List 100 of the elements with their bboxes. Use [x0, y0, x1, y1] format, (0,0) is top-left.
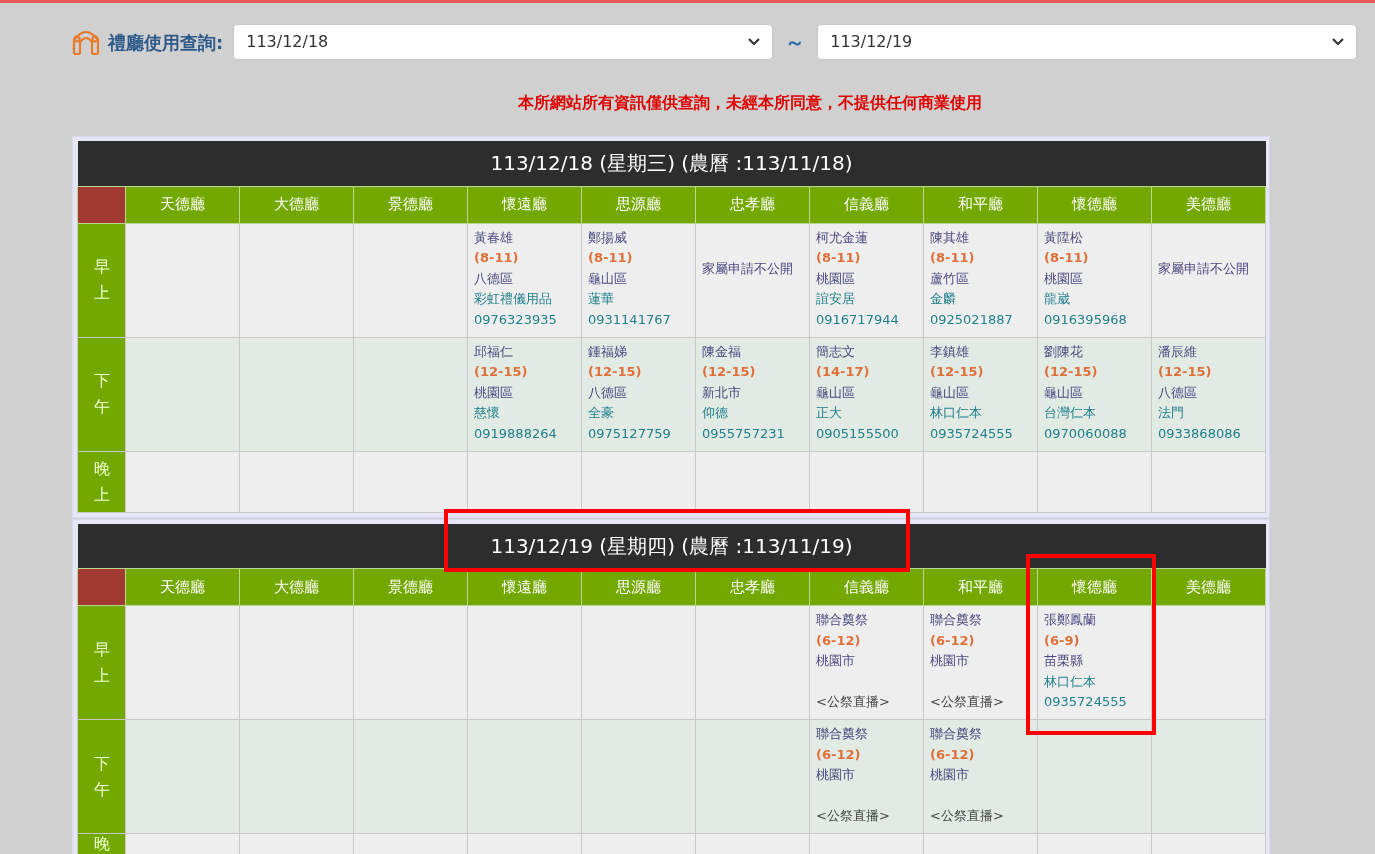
funeral-vendor: 慈懷	[474, 404, 501, 422]
district: 龜山區	[816, 383, 856, 402]
deceased-name: 簡志文	[816, 342, 856, 361]
funeral-vendor: 金麟	[930, 290, 957, 308]
hall-header: 懷德廳	[1037, 568, 1152, 606]
district: 桃園區	[474, 383, 514, 402]
time-range: (12-15)	[702, 363, 757, 381]
funeral-vendor: 林口仁本	[1044, 672, 1097, 691]
deceased-name: 聯合奠祭	[930, 725, 983, 743]
time-range: (12-15)	[588, 363, 643, 381]
time-range: (6-9)	[1044, 631, 1081, 650]
date-header: 113/12/19 (星期四) (農曆 :113/11/19)	[77, 523, 1266, 569]
district: 龜山區	[588, 269, 628, 288]
livestream-note: <公祭直播>	[816, 693, 891, 711]
hall-header: 美德廳	[1151, 186, 1266, 223]
date-header: 113/12/18 (星期三) (農曆 :113/11/18)	[77, 141, 1266, 186]
deceased-name: 張鄭鳳蘭	[1044, 611, 1097, 629]
hall-header: 和平廳	[923, 186, 1038, 223]
chevron-down-icon	[748, 38, 761, 46]
period-label: 早上	[93, 256, 110, 304]
start-date-select[interactable]: 113/12/18	[233, 24, 774, 60]
range-separator: ～	[784, 29, 807, 56]
time-range: (14-17)	[816, 363, 871, 381]
district: 桃園市	[930, 652, 970, 670]
livestream-note: <公祭直播>	[816, 807, 891, 825]
period-label: 早上	[93, 638, 110, 687]
time-range: (6-12)	[930, 631, 976, 650]
hall-header: 景德廳	[353, 568, 468, 606]
deceased-name: 潘辰維	[1158, 342, 1198, 361]
query-label: 禮廳使用查詢:	[108, 30, 224, 55]
phone-number: 0905155500	[816, 424, 900, 443]
time-range: (12-15)	[930, 363, 985, 381]
district: 蘆竹區	[930, 269, 970, 288]
hall-header: 大德廳	[239, 568, 354, 606]
funeral-vendor: 彩虹禮儀用品	[474, 290, 553, 308]
phone-number: 0970060088	[1044, 424, 1128, 443]
time-range: (12-15)	[1044, 363, 1099, 381]
district: 八德區	[588, 383, 628, 402]
end-date-select[interactable]: 113/12/19	[817, 24, 1358, 60]
period-label: 晚	[93, 835, 110, 853]
funeral-vendor: 誼安居	[816, 290, 856, 308]
phone-number: 0955757231	[702, 424, 786, 443]
funeral-vendor: 法門	[1158, 404, 1185, 422]
deceased-name: 柯尤金蓮	[816, 228, 869, 247]
funeral-vendor: 全豪	[588, 404, 615, 422]
district: 桃園區	[816, 269, 856, 288]
period-label: 下午	[93, 752, 110, 801]
livestream-note: <公祭直播>	[930, 807, 1005, 825]
district: 八德區	[1158, 383, 1198, 402]
time-range: (8-11)	[474, 249, 520, 267]
privacy-note: 家屬申請不公開	[702, 259, 794, 278]
phone-number: 0976323935	[474, 310, 558, 329]
period-label: 晚上	[93, 457, 110, 506]
district: 八德區	[474, 269, 514, 288]
funeral-vendor: 龍崴	[1044, 290, 1071, 308]
deceased-name: 黃春雄	[474, 228, 514, 247]
deceased-name: 陳其雄	[930, 228, 970, 247]
corner-cell	[77, 568, 126, 606]
time-range: (6-12)	[930, 745, 976, 764]
funeral-vendor: 仰德	[702, 404, 729, 422]
phone-number: 0916717944	[816, 310, 900, 329]
district: 新北市	[702, 383, 742, 402]
usage-notice: 本所網站所有資訊僅供查詢，未經本所同意，不提供任何商業使用	[518, 92, 982, 114]
district: 桃園區	[1044, 269, 1084, 288]
phone-number: 0935724555	[930, 424, 1014, 443]
deceased-name: 聯合奠祭	[816, 725, 869, 743]
hall-header: 大德廳	[239, 186, 354, 223]
privacy-note: 家屬申請不公開	[1158, 259, 1250, 278]
phone-number: 0931141767	[588, 310, 672, 329]
deceased-name: 聯合奠祭	[930, 611, 983, 629]
deceased-name: 劉陳花	[1044, 342, 1084, 361]
district: 龜山區	[1044, 383, 1084, 402]
hall-header: 景德廳	[353, 186, 468, 223]
corner-cell	[77, 186, 126, 223]
deceased-name: 陳金福	[702, 342, 742, 361]
phone-number: 0925021887	[930, 310, 1014, 329]
funeral-vendor: 台灣仁本	[1044, 404, 1097, 422]
funeral-vendor: 正大	[816, 404, 843, 422]
time-range: (6-12)	[816, 631, 862, 650]
deceased-name: 鍾福娣	[588, 342, 628, 361]
time-range: (6-12)	[816, 745, 862, 764]
phone-number: 0916395968	[1044, 310, 1128, 329]
deceased-name: 聯合奠祭	[816, 611, 869, 629]
time-range: (12-15)	[1158, 363, 1213, 381]
phone-number: 0933868086	[1158, 424, 1242, 443]
deceased-name: 鄭揚威	[588, 228, 628, 247]
period-label: 下午	[93, 370, 110, 418]
deceased-name: 黃陞松	[1044, 228, 1084, 247]
time-range: (8-11)	[816, 249, 862, 267]
district: 龜山區	[930, 383, 970, 402]
deceased-name: 邱福仁	[474, 342, 514, 361]
district: 桃園市	[816, 652, 856, 670]
deceased-name: 李鎮雄	[930, 342, 970, 361]
funeral-vendor: 林口仁本	[930, 404, 983, 422]
hall-header: 懷德廳	[1037, 186, 1152, 223]
district: 苗栗縣	[1044, 652, 1084, 670]
hall-header: 天德廳	[125, 186, 240, 223]
funeral-vendor: 蓮華	[588, 290, 615, 308]
hall-header: 天德廳	[125, 568, 240, 606]
phone-number: 0975127759	[588, 424, 672, 443]
